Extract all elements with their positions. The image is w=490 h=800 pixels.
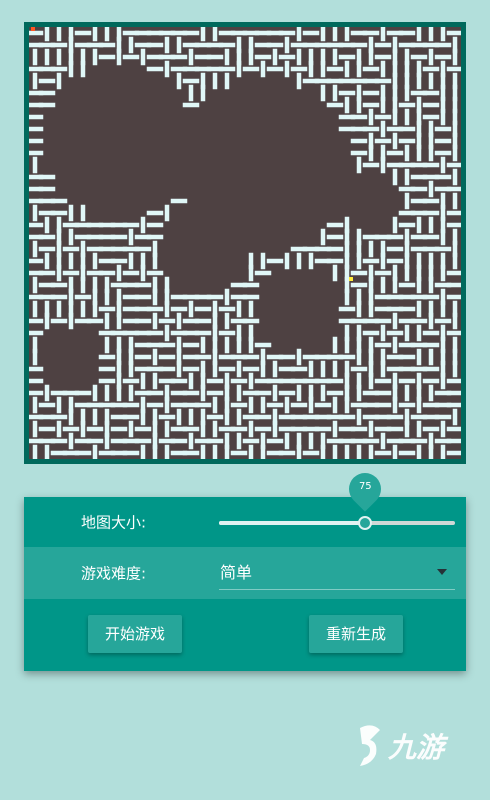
- difficulty-select[interactable]: 简单: [219, 555, 455, 590]
- difficulty-label: 游戏难度:: [81, 564, 147, 583]
- maze-board[interactable]: [29, 27, 461, 459]
- slider-thumb[interactable]: [358, 516, 373, 530]
- jiuyou-logo-icon: [360, 725, 380, 766]
- map-size-slider[interactable]: [219, 521, 455, 525]
- maze-frame: [24, 22, 466, 464]
- watermark: 九游: [350, 720, 460, 770]
- slider-fill: [219, 521, 366, 525]
- start-game-button[interactable]: 开始游戏: [88, 615, 182, 653]
- regenerate-button[interactable]: 重新生成: [309, 615, 403, 653]
- difficulty-selected-value: 简单: [220, 563, 253, 582]
- maze-player-marker: [349, 277, 353, 281]
- actions-row: 开始游戏 重新生成: [24, 599, 466, 671]
- watermark-text: 九游: [388, 731, 445, 764]
- dropdown-arrow-icon: [437, 569, 447, 575]
- slider-value-text: 75: [358, 481, 372, 492]
- maze-grid: [29, 27, 461, 459]
- difficulty-row: 游戏难度: 简单: [24, 547, 466, 599]
- settings-panel: 地图大小: 75 游戏难度: 简单 开始游戏 重新生成: [24, 466, 466, 671]
- map-size-row: 地图大小: 75: [24, 466, 466, 547]
- map-size-label: 地图大小:: [81, 513, 147, 532]
- maze-start-marker: [31, 27, 35, 31]
